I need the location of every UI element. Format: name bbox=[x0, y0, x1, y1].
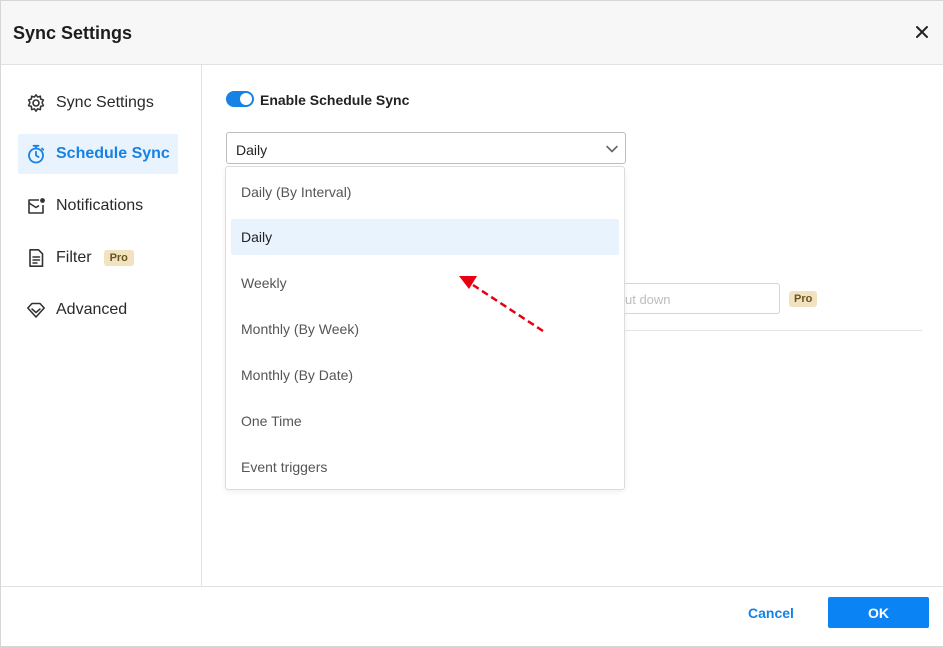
enable-schedule-label: Enable Schedule Sync bbox=[260, 92, 410, 108]
frequency-selected-value: Daily bbox=[236, 142, 268, 158]
sidebar-item-schedule-sync[interactable]: Schedule Sync bbox=[18, 134, 178, 174]
toggle-knob bbox=[240, 93, 252, 105]
sidebar-item-label: Advanced bbox=[56, 301, 128, 318]
cancel-button[interactable]: Cancel bbox=[734, 603, 808, 623]
background-input-text: ut down bbox=[625, 292, 671, 307]
sidebar-item-advanced[interactable]: Advanced bbox=[18, 290, 178, 330]
sidebar-item-label: Filter bbox=[56, 249, 92, 266]
dropdown-option-one-time[interactable]: One Time bbox=[231, 403, 619, 439]
dialog-title: Sync Settings bbox=[13, 23, 133, 43]
document-filter-icon bbox=[26, 248, 46, 268]
sidebar-item-filter[interactable]: Filter Pro bbox=[18, 238, 178, 278]
dropdown-option-monthly-by-date[interactable]: Monthly (By Date) bbox=[231, 357, 619, 393]
pro-badge: Pro bbox=[789, 291, 818, 307]
sidebar-item-notifications[interactable]: Notifications bbox=[18, 186, 178, 226]
dropdown-option-event-triggers[interactable]: Event triggers bbox=[231, 449, 619, 485]
dropdown-option-weekly[interactable]: Weekly bbox=[231, 265, 619, 301]
chevron-down-icon bbox=[605, 142, 619, 156]
background-input[interactable]: ut down bbox=[625, 283, 780, 314]
frequency-dropdown-menu: Daily (By Interval) Daily Weekly Monthly… bbox=[225, 166, 625, 490]
sidebar-item-label: Notifications bbox=[56, 197, 144, 214]
dropdown-option-daily[interactable]: Daily bbox=[231, 219, 619, 255]
dialog-footer: Cancel OK bbox=[1, 586, 943, 646]
dropdown-option-monthly-by-week[interactable]: Monthly (By Week) bbox=[231, 311, 619, 347]
ok-button[interactable]: OK bbox=[828, 597, 929, 628]
dialog-header: Sync Settings bbox=[1, 1, 943, 65]
enable-schedule-toggle[interactable] bbox=[226, 91, 254, 107]
sidebar-item-sync-settings[interactable]: Sync Settings bbox=[18, 83, 178, 123]
pro-badge: Pro bbox=[103, 250, 134, 266]
sidebar: Sync Settings Schedule Sync Notification… bbox=[1, 65, 202, 586]
close-icon[interactable] bbox=[911, 21, 933, 43]
diamond-icon bbox=[26, 300, 46, 320]
sidebar-item-label: Sync Settings bbox=[56, 94, 154, 111]
gear-icon bbox=[26, 93, 46, 113]
mail-notification-icon bbox=[26, 196, 46, 216]
divider bbox=[625, 330, 922, 331]
frequency-select[interactable]: Daily bbox=[226, 132, 626, 164]
stopwatch-icon bbox=[26, 144, 46, 164]
dropdown-option-daily-by-interval[interactable]: Daily (By Interval) bbox=[231, 174, 619, 210]
sidebar-item-label: Schedule Sync bbox=[56, 145, 170, 162]
